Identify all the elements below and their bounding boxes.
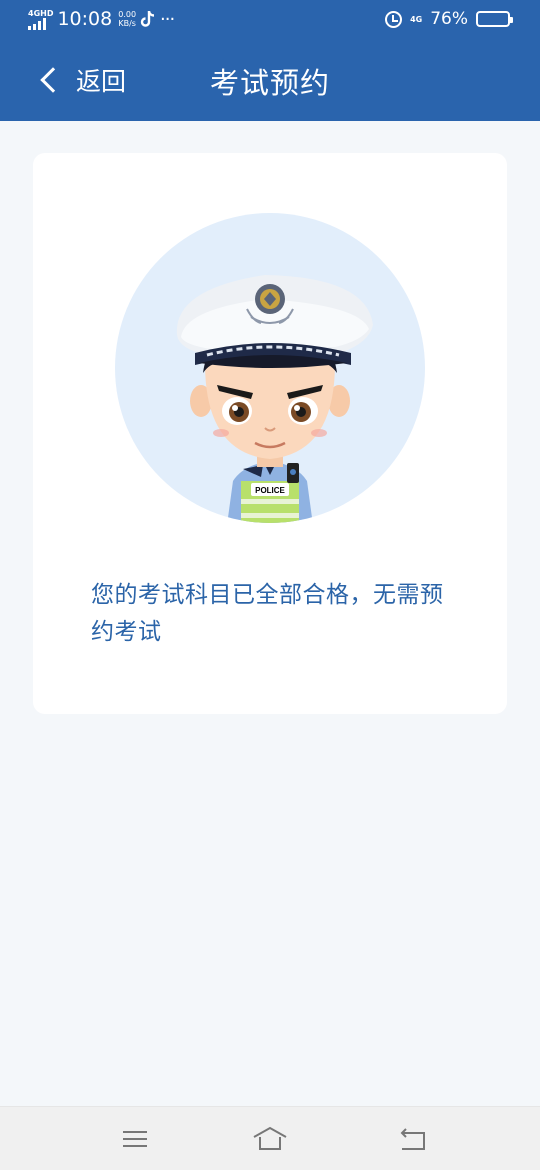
status-left: 4GHD 10:08 0.00 KB/s ···: [28, 8, 175, 30]
police-badge-text: POLICE: [255, 486, 285, 495]
menu-icon[interactable]: [115, 1121, 155, 1157]
result-card: POLICE 您的考试科目已全部合格，无需预约考试: [33, 153, 507, 714]
police-avatar: POLICE: [115, 213, 425, 523]
status-time: 10:08: [57, 8, 113, 30]
net-4g-indicator: 4G: [410, 14, 423, 24]
speed-unit: KB/s: [118, 19, 136, 28]
signal-icon: 4GHD: [28, 9, 53, 30]
status-bar: 4GHD 10:08 0.00 KB/s ··· 4G 76%: [0, 0, 540, 42]
tiktok-icon: [140, 11, 155, 27]
back-icon[interactable]: [392, 1121, 432, 1157]
app-header: 4GHD 10:08 0.00 KB/s ··· 4G 76% 返回 考试预约: [0, 0, 540, 121]
network-speed: 0.00 KB/s: [118, 10, 136, 28]
home-icon[interactable]: [250, 1121, 290, 1157]
network-tag: 4GHD: [28, 8, 54, 18]
status-right: 4G 76%: [385, 9, 513, 29]
more-icon: ···: [160, 8, 175, 30]
nav-bar: 返回 考试预约: [0, 42, 540, 121]
speed-value: 0.00: [118, 10, 137, 19]
status-message: 您的考试科目已全部合格，无需预约考试: [91, 582, 444, 645]
system-nav-bar: [0, 1106, 540, 1170]
battery-percent: 76%: [430, 9, 468, 29]
alarm-icon: [385, 10, 403, 28]
police-officer-illustration: POLICE: [176, 275, 373, 523]
page-title: 考试预约: [209, 66, 330, 100]
battery-icon: [476, 11, 513, 27]
